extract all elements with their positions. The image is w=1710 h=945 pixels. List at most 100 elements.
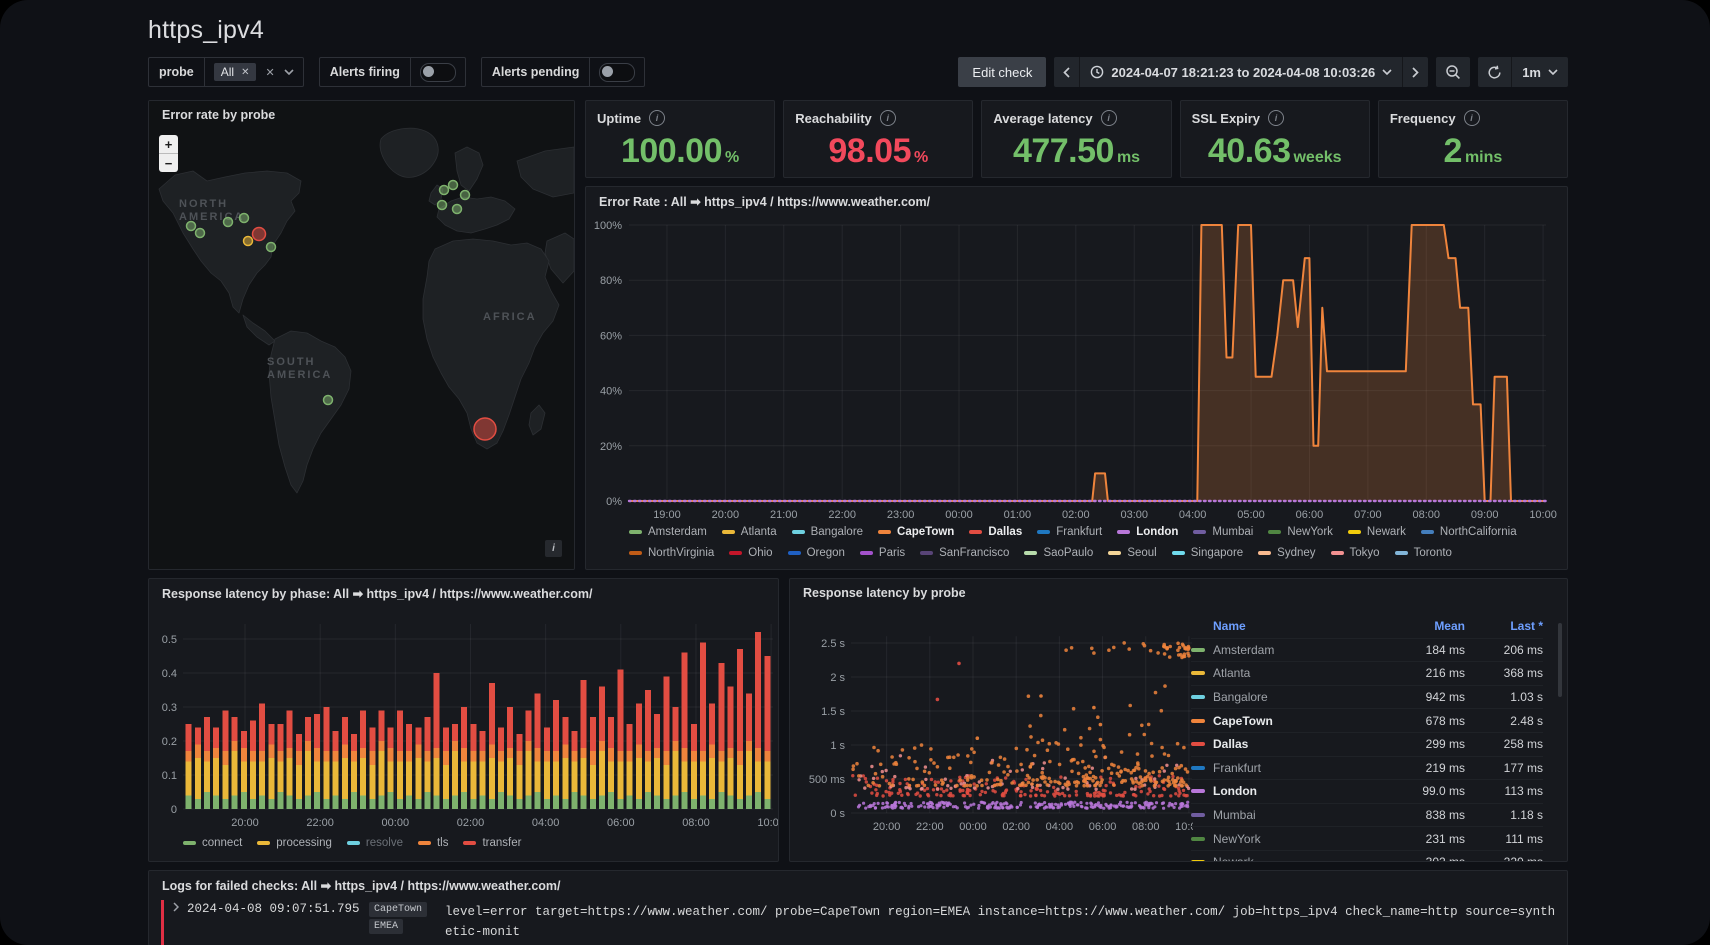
- legend-item-tokyo[interactable]: Tokyo: [1331, 547, 1380, 559]
- legend-item-connect[interactable]: connect: [183, 837, 242, 849]
- zoom-out-button[interactable]: [1436, 57, 1470, 87]
- svg-text:08:00: 08:00: [1132, 821, 1160, 833]
- legend-swatch: [418, 841, 431, 845]
- probe-marker[interactable]: [461, 191, 470, 200]
- error-rate-chart[interactable]: 0%20%40%60%80%100%19:0020:0021:0022:0023…: [586, 187, 1567, 527]
- table-row-capetown[interactable]: CapeTown678 ms2.48 s: [1191, 708, 1543, 732]
- table-row-london[interactable]: London99.0 ms113 ms: [1191, 779, 1543, 803]
- legend-item-resolve[interactable]: resolve: [347, 837, 403, 849]
- legend-item-saopaulo[interactable]: SaoPaulo: [1024, 547, 1093, 559]
- refresh-interval-dropdown[interactable]: 1m: [1512, 57, 1568, 87]
- probe-chip[interactable]: All✕: [214, 63, 257, 81]
- chip-remove-icon[interactable]: ✕: [241, 67, 249, 78]
- legend-item-northvirginia[interactable]: NorthVirginia: [629, 547, 714, 559]
- column-header-name[interactable]: Name: [1213, 619, 1391, 633]
- latency-by-probe-chart[interactable]: 0 s500 ms1 s1.5 s2 s2.5 s20:0022:0000:00…: [790, 579, 1200, 861]
- svg-text:02:00: 02:00: [1062, 509, 1090, 521]
- legend-item-frankfurt[interactable]: Frankfurt: [1037, 526, 1102, 538]
- table-row-amsterdam[interactable]: Amsterdam184 ms206 ms: [1191, 638, 1543, 662]
- svg-text:01:00: 01:00: [1004, 509, 1032, 521]
- legend-item-singapore[interactable]: Singapore: [1172, 547, 1243, 559]
- stat-value: 477.50ms: [982, 132, 1170, 171]
- legend-item-sanfrancisco[interactable]: SanFrancisco: [920, 547, 1009, 559]
- legend-item-northcalifornia[interactable]: NorthCalifornia: [1421, 526, 1517, 538]
- svg-text:0.1: 0.1: [162, 770, 177, 782]
- map-zoom-in-button[interactable]: +: [159, 135, 178, 154]
- legend-item-amsterdam[interactable]: Amsterdam: [629, 526, 707, 538]
- legend-item-dallas[interactable]: Dallas: [969, 526, 1022, 538]
- error-rate-panel: Error Rate : All ➡ https_ipv4 / https://…: [585, 186, 1568, 570]
- legend-swatch: [1037, 530, 1050, 534]
- probe-marker[interactable]: [244, 237, 253, 246]
- legend-swatch: [347, 841, 360, 845]
- zoom-out-icon: [1445, 64, 1461, 80]
- legend-item-bangalore[interactable]: Bangalore: [792, 526, 863, 538]
- latency-by-phase-chart[interactable]: 00.10.20.30.40.520:0022:0000:0002:0004:0…: [149, 579, 778, 831]
- filter-row: probe All✕ ✕ Alerts firing Alerts pendin…: [148, 57, 645, 87]
- time-range-picker[interactable]: 2024-04-07 18:21:23 to 2024-04-08 10:03:…: [1080, 57, 1403, 87]
- legend-item-newark[interactable]: Newark: [1348, 526, 1406, 538]
- info-icon[interactable]: i: [880, 110, 896, 126]
- legend-item-newyork[interactable]: NewYork: [1268, 526, 1333, 538]
- info-icon[interactable]: i: [1101, 110, 1117, 126]
- probe-marker[interactable]: [438, 201, 447, 210]
- table-row-atlanta[interactable]: Atlanta216 ms368 ms: [1191, 661, 1543, 685]
- probe-marker[interactable]: [453, 205, 462, 214]
- legend-swatch: [1258, 551, 1271, 555]
- table-row-frankfurt[interactable]: Frankfurt219 ms177 ms: [1191, 756, 1543, 780]
- info-icon[interactable]: i: [1464, 110, 1480, 126]
- log-expand-icon[interactable]: [173, 902, 179, 912]
- world-map[interactable]: NORTHAMERICASOUTHAMERICAAFRICA: [149, 101, 574, 569]
- log-row[interactable]: 2024-04-08 09:07:51.795 CapeTownEMEA lev…: [161, 900, 1557, 945]
- table-row-mumbai[interactable]: Mumbai838 ms1.18 s: [1191, 803, 1543, 827]
- legend-item-capetown[interactable]: CapeTown: [878, 526, 954, 538]
- alerts-firing-toggle[interactable]: [420, 63, 456, 82]
- legend-item-atlanta[interactable]: Atlanta: [722, 526, 777, 538]
- probe-marker[interactable]: [224, 218, 233, 227]
- column-header-mean[interactable]: Mean: [1391, 619, 1465, 633]
- refresh-button[interactable]: [1478, 57, 1512, 87]
- legend-item-ohio[interactable]: Ohio: [729, 547, 772, 559]
- probe-filter-value[interactable]: All✕ ✕: [205, 58, 303, 86]
- probe-marker[interactable]: [324, 396, 333, 405]
- legend-item-oregon[interactable]: Oregon: [788, 547, 845, 559]
- probe-marker[interactable]: [240, 214, 249, 223]
- legend-item-london[interactable]: London: [1117, 526, 1178, 538]
- legend-item-tls[interactable]: tls: [418, 837, 449, 849]
- info-icon[interactable]: i: [1268, 110, 1284, 126]
- table-row-newyork[interactable]: NewYork231 ms111 ms: [1191, 826, 1543, 850]
- column-header-last[interactable]: Last *: [1465, 619, 1543, 633]
- legend-swatch: [860, 551, 873, 555]
- svg-text:21:00: 21:00: [770, 509, 798, 521]
- legend-item-sydney[interactable]: Sydney: [1258, 547, 1315, 559]
- legend-item-paris[interactable]: Paris: [860, 547, 905, 559]
- probe-marker[interactable]: [187, 222, 196, 231]
- legend-item-processing[interactable]: processing: [257, 837, 332, 849]
- probe-marker[interactable]: [196, 229, 205, 238]
- legend-swatch: [1024, 551, 1037, 555]
- time-shift-back-button[interactable]: [1054, 57, 1080, 87]
- table-row-dallas[interactable]: Dallas299 ms258 ms: [1191, 732, 1543, 756]
- probe-marker[interactable]: [474, 418, 496, 440]
- edit-check-button[interactable]: Edit check: [958, 57, 1046, 87]
- legend-item-transfer[interactable]: transfer: [463, 837, 521, 849]
- probe-marker[interactable]: [253, 228, 266, 241]
- probe-marker[interactable]: [267, 243, 276, 252]
- table-row-newark[interactable]: Newark302 ms220 ms: [1191, 850, 1543, 862]
- time-shift-forward-button[interactable]: [1403, 57, 1428, 87]
- probe-marker[interactable]: [449, 181, 458, 190]
- map-attribution-button[interactable]: i: [545, 540, 562, 557]
- table-scrollbar[interactable]: [1558, 623, 1562, 697]
- table-row-bangalore[interactable]: Bangalore942 ms1.03 s: [1191, 685, 1543, 709]
- stat-title: Average latencyi: [993, 110, 1116, 126]
- legend-item-toronto[interactable]: Toronto: [1395, 547, 1452, 559]
- legend-item-seoul[interactable]: Seoul: [1108, 547, 1156, 559]
- alerts-pending-toggle[interactable]: [599, 63, 635, 82]
- info-icon[interactable]: i: [649, 110, 665, 126]
- probe-marker[interactable]: [440, 186, 449, 195]
- clear-selection-icon[interactable]: ✕: [265, 66, 274, 79]
- chevron-down-icon[interactable]: [284, 69, 294, 75]
- legend-item-mumbai[interactable]: Mumbai: [1193, 526, 1253, 538]
- legend-swatch: [257, 841, 270, 845]
- map-zoom-out-button[interactable]: −: [159, 154, 178, 172]
